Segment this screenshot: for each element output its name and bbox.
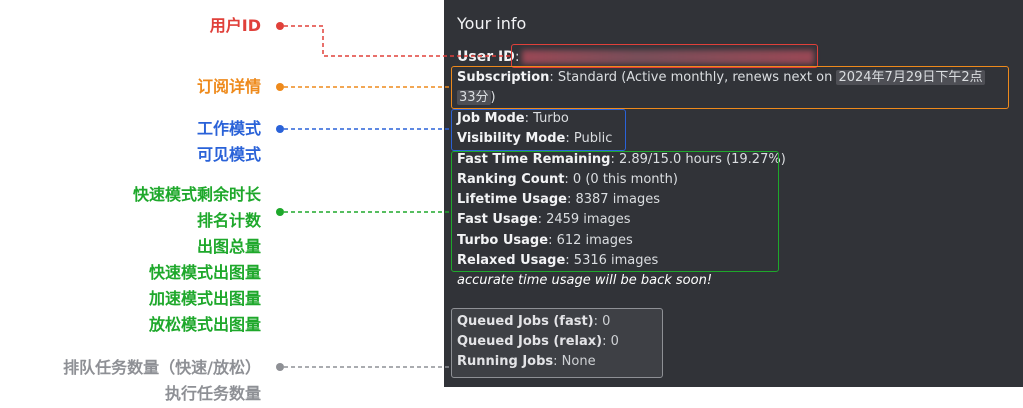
annotation-jobs: 排队任务数量（快速/放松） 执行任务数量 <box>63 355 261 407</box>
annotation-lifetime-line: 出图总量 <box>196 237 261 256</box>
annotation-visibility-mode-line: 可见模式 <box>196 145 261 164</box>
modes-dot <box>276 125 284 133</box>
usage-dot <box>276 208 284 216</box>
user-id-connector <box>284 25 511 57</box>
annotation-turbo-usage-line: 加速模式出图量 <box>148 289 261 308</box>
annotation-fast-time-line: 快速模式剩余时长 <box>132 185 261 204</box>
annotation-user-id-line: 用户ID <box>209 16 261 35</box>
annotation-job-mode-line: 工作模式 <box>196 119 261 138</box>
annotation-usage: 快速模式剩余时长 排名计数 出图总量 快速模式出图量 加速模式出图量 放松模式出… <box>133 182 261 338</box>
annotation-subscription: 订阅详情 <box>197 74 261 100</box>
user-id-dot <box>276 22 284 30</box>
subscription-dot <box>276 83 284 91</box>
annotation-queued-line: 排队任务数量（快速/放松） <box>63 358 261 377</box>
jobs-dot <box>276 363 284 371</box>
annotation-user-id: 用户ID <box>210 13 261 39</box>
annotation-ranking-line: 排名计数 <box>196 211 261 230</box>
annotation-fast-usage-line: 快速模式出图量 <box>148 263 261 282</box>
annotation-running-line: 执行任务数量 <box>164 384 261 403</box>
annotation-subscription-line: 订阅详情 <box>196 77 261 96</box>
annotation-relaxed-usage-line: 放松模式出图量 <box>148 315 261 334</box>
annotation-modes: 工作模式 可见模式 <box>197 116 261 168</box>
